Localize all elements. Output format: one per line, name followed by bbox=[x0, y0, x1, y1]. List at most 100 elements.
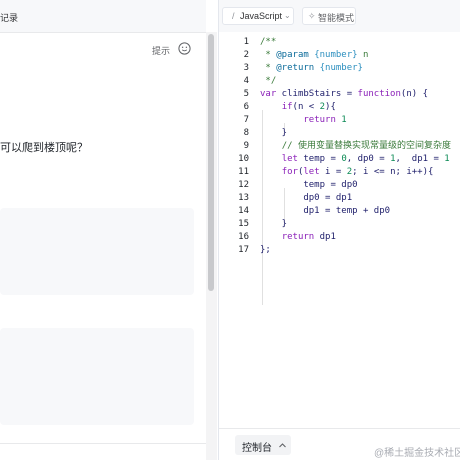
code-token: {number} bbox=[319, 63, 363, 73]
sparkle-icon: ✧ bbox=[308, 11, 316, 21]
code-line[interactable]: 2 * @param {number} n bbox=[219, 49, 460, 62]
code-token: 1 bbox=[444, 154, 450, 164]
line-number: 6 bbox=[243, 102, 249, 112]
code-token: temp = bbox=[297, 154, 342, 164]
line-number: 11 bbox=[238, 167, 249, 177]
code-line[interactable]: 11 for(let i = 2; i <= n; i++){ bbox=[219, 166, 460, 179]
smart-mode-label: 智能模式 bbox=[318, 13, 355, 23]
line-number: 3 bbox=[243, 63, 249, 73]
code-token: (n < bbox=[292, 102, 320, 112]
code-text[interactable]: * @return {number} bbox=[260, 62, 363, 75]
code-token: let bbox=[281, 154, 298, 164]
code-token: return bbox=[281, 232, 315, 242]
code-token: dp0 = dp1 bbox=[260, 193, 353, 203]
question-text: 可以爬到楼顶呢？ bbox=[0, 142, 88, 154]
problem-panel: 记录 提示 可以爬到楼顶呢？ bbox=[0, 0, 206, 460]
code-line[interactable]: 7 return 1 bbox=[219, 114, 460, 127]
code-text[interactable]: return dp1 bbox=[260, 231, 336, 244]
code-text[interactable]: // 使用变量替换实现常量级的空间复杂度 bbox=[260, 140, 451, 153]
code-token: dp1 = temp + dp0 bbox=[260, 206, 391, 216]
divider bbox=[0, 443, 206, 444]
code-text[interactable]: for(let i = 2; i <= n; i++){ bbox=[260, 166, 434, 179]
chevron-up-icon bbox=[279, 443, 286, 448]
line-number: 16 bbox=[238, 232, 249, 242]
code-line[interactable]: 1 /** bbox=[219, 36, 460, 49]
code-token: function bbox=[357, 89, 401, 99]
tab-records[interactable]: 记录 bbox=[0, 11, 18, 24]
code-token: @param bbox=[276, 50, 309, 60]
code-token: ){ bbox=[325, 102, 336, 112]
code-line[interactable]: 15 } bbox=[219, 218, 460, 231]
code-token: temp = dp0 bbox=[260, 180, 358, 190]
code-text[interactable]: }; bbox=[260, 244, 271, 257]
code-text[interactable]: } bbox=[260, 218, 287, 231]
line-number: 14 bbox=[238, 206, 249, 216]
code-text[interactable]: /** bbox=[260, 36, 276, 49]
code-line[interactable]: 10 let temp = 0, dp0 = 1, dp1 = 1 bbox=[219, 153, 460, 166]
code-line[interactable]: 6 if(n < 2){ bbox=[219, 101, 460, 114]
problem-tabbar: 记录 bbox=[0, 0, 206, 33]
code-text[interactable]: var climbStairs = function(n) { bbox=[260, 88, 428, 101]
code-line[interactable]: 12 temp = dp0 bbox=[219, 179, 460, 192]
code-token: dp1 bbox=[314, 232, 336, 242]
code-text[interactable]: dp1 = temp + dp0 bbox=[260, 205, 390, 218]
code-text[interactable]: } bbox=[260, 127, 287, 140]
code-line[interactable]: 9 // 使用变量替换实现常量级的空间复杂度 bbox=[219, 140, 460, 153]
console-label: 控制台 bbox=[242, 443, 272, 454]
code-line[interactable]: 14 dp1 = temp + dp0 bbox=[219, 205, 460, 218]
code-text[interactable]: temp = dp0 bbox=[260, 179, 358, 192]
code-token: , dp0 = bbox=[346, 154, 391, 164]
code-token: if bbox=[281, 102, 293, 112]
code-text[interactable]: */ bbox=[260, 75, 276, 88]
code-token: 1 bbox=[341, 115, 347, 125]
code-line[interactable]: 5 var climbStairs = function(n) { bbox=[219, 88, 460, 101]
code-token: climbStairs = bbox=[276, 89, 358, 99]
code-token: /** bbox=[260, 37, 277, 47]
line-number: 4 bbox=[243, 76, 249, 86]
code-editor[interactable]: 1/** 2 * @param {number} n3 * @return {nu… bbox=[219, 32, 460, 428]
slash-icon: / bbox=[232, 11, 235, 21]
code-text[interactable]: dp0 = dp1 bbox=[260, 192, 352, 205]
code-token: */ bbox=[260, 76, 277, 86]
line-number: 8 bbox=[243, 128, 249, 138]
line-number: 15 bbox=[238, 219, 249, 229]
line-number: 5 bbox=[243, 89, 249, 99]
code-token: , dp1 = bbox=[395, 154, 445, 164]
line-number: 2 bbox=[243, 50, 249, 60]
code-line[interactable]: 17}; bbox=[219, 244, 460, 257]
console-toggle-button[interactable]: 控制台 bbox=[235, 435, 291, 455]
code-token: * bbox=[260, 50, 277, 60]
language-label: JavaScript bbox=[240, 11, 283, 21]
language-select[interactable]: / JavaScript ⌄ bbox=[222, 7, 294, 25]
code-line[interactable]: 3 * @return {number} bbox=[219, 62, 460, 75]
chevron-down-icon: ⌄ bbox=[284, 11, 291, 20]
code-line[interactable]: 16 return dp1 bbox=[219, 231, 460, 244]
line-number: 10 bbox=[238, 154, 249, 164]
smart-mode-button[interactable]: ✧ 智能模式 bbox=[302, 7, 356, 25]
code-text[interactable]: let temp = 0, dp0 = 1, dp1 = 1 bbox=[260, 153, 450, 166]
code-line[interactable]: 13 dp0 = dp1 bbox=[219, 192, 460, 205]
code-token: let bbox=[303, 167, 320, 177]
smile-icon[interactable] bbox=[178, 42, 191, 55]
code-token: @return bbox=[276, 63, 315, 73]
line-number: 17 bbox=[238, 245, 249, 255]
hint-button[interactable]: 提示 bbox=[152, 44, 170, 57]
code-token: }; bbox=[260, 245, 271, 255]
code-text[interactable]: return 1 bbox=[260, 114, 347, 127]
code-token: return bbox=[303, 115, 336, 125]
code-token: {number} bbox=[314, 50, 358, 60]
line-number: 13 bbox=[238, 193, 249, 203]
code-token: var bbox=[260, 89, 277, 99]
code-text[interactable]: * @param {number} n bbox=[260, 49, 368, 62]
code-line[interactable]: 8 } bbox=[219, 127, 460, 140]
code-text[interactable]: if(n < 2){ bbox=[260, 101, 336, 114]
example-block-2 bbox=[0, 328, 194, 425]
code-line[interactable]: 4 */ bbox=[219, 75, 460, 88]
watermark: @稀土掘金技术社区 bbox=[374, 448, 460, 459]
scrollbar-thumb[interactable] bbox=[208, 34, 214, 291]
